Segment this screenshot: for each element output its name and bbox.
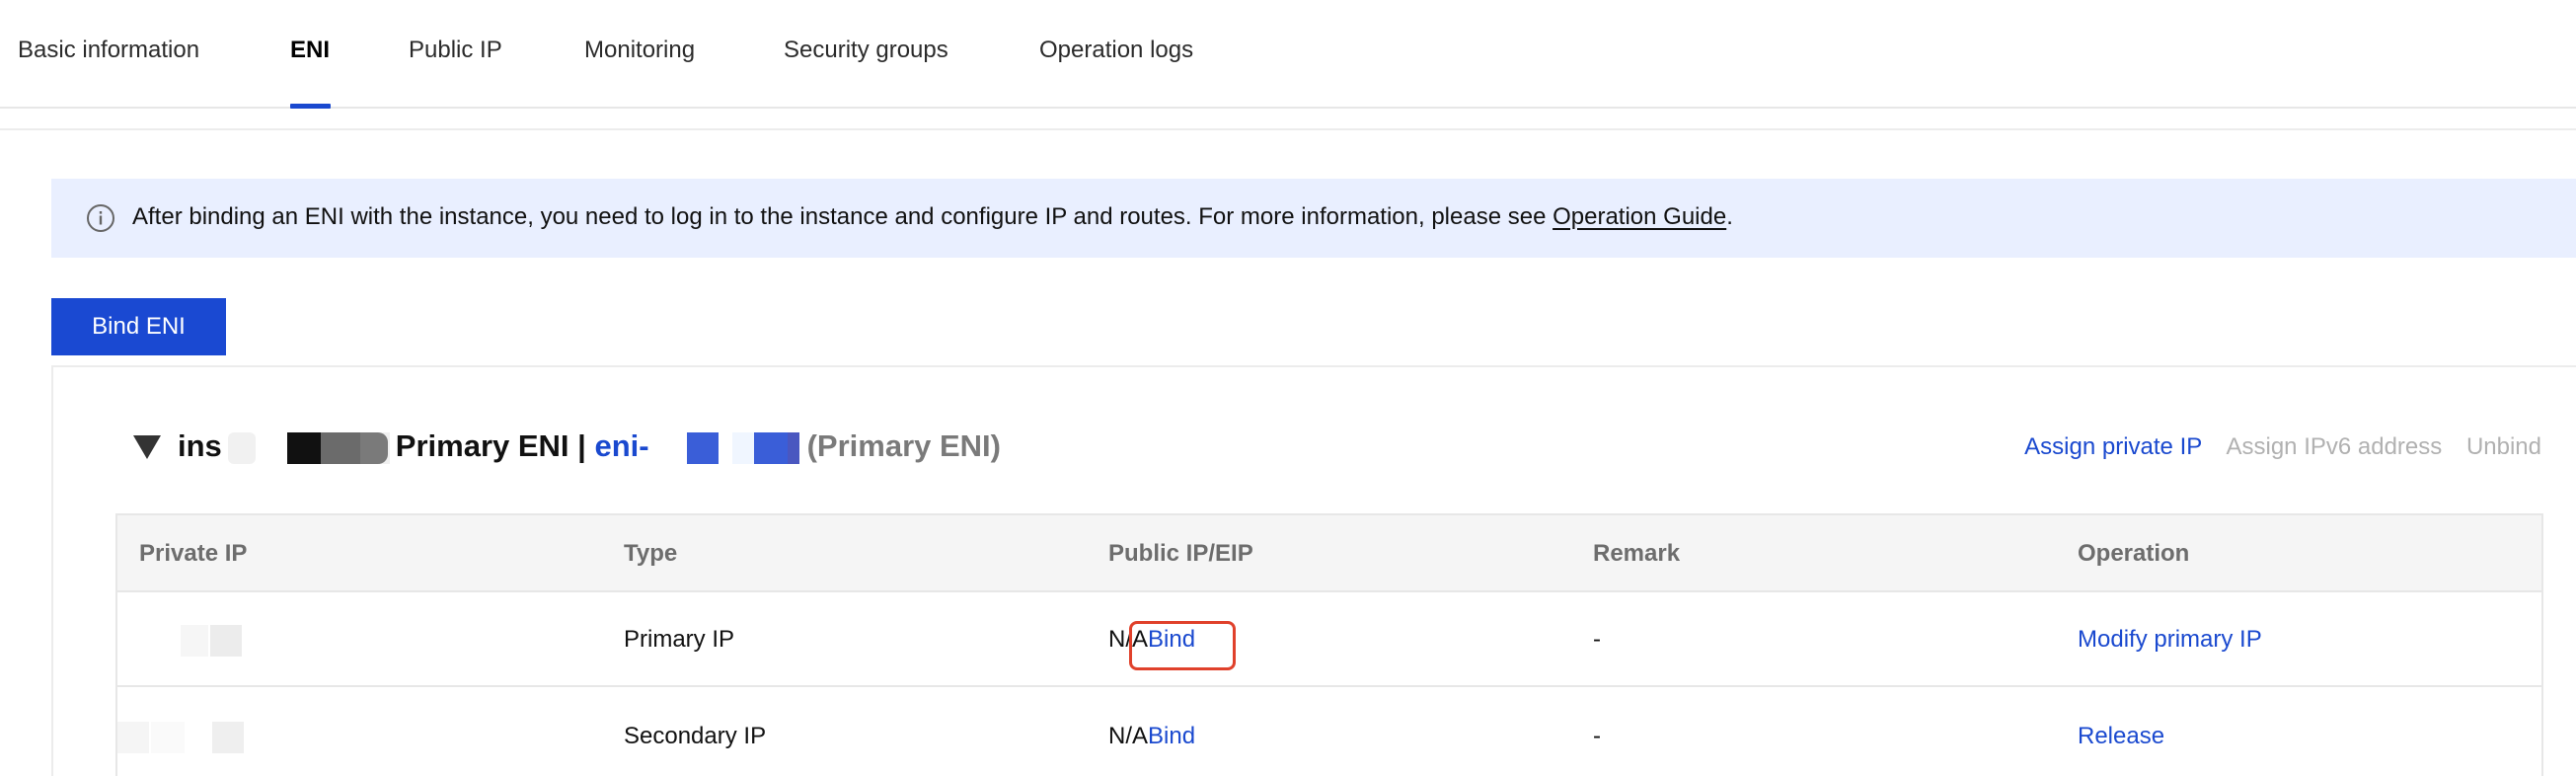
table-row: Primary IP N/ABind - Modify primary IP (117, 592, 2541, 687)
table-row: Secondary IP N/ABind - Release (117, 689, 2541, 776)
remark-value: - (1593, 626, 1601, 653)
bind-eni-button[interactable]: Bind ENI (51, 298, 226, 355)
primary-eni-label: Primary ENI | (395, 428, 586, 463)
active-tab-indicator (290, 104, 331, 109)
info-banner: After binding an ENI with the instance, … (51, 179, 2576, 258)
column-remark: Remark (1593, 540, 1681, 567)
ip-table: Private IP Type Public IP/EIP Remark Ope… (115, 513, 2543, 776)
tab-basic-information[interactable]: Basic information (18, 34, 199, 67)
public-ip-value: N/A (1108, 626, 1149, 653)
remark-value: - (1593, 723, 1601, 749)
table-header: Private IP Type Public IP/EIP Remark Ope… (117, 515, 2541, 592)
tab-eni[interactable]: ENI (290, 34, 330, 67)
tab-monitoring[interactable]: Monitoring (584, 34, 695, 67)
column-type: Type (624, 540, 678, 567)
operation-guide-link[interactable]: Operation Guide (1553, 203, 1726, 230)
unbind-link[interactable]: Unbind (2466, 433, 2541, 460)
redacted-instance-id (227, 431, 390, 464)
public-ip-cell: N/ABind (1108, 592, 1195, 687)
column-operation: Operation (2078, 540, 2190, 567)
public-ip-value: N/A (1108, 723, 1149, 749)
banner-message: After binding an ENI with the instance, … (132, 200, 1733, 234)
banner-text: After binding an ENI with the instance, … (132, 203, 1553, 230)
tab-operation-logs[interactable]: Operation logs (1039, 34, 1193, 67)
release-link[interactable]: Release (2078, 689, 2164, 776)
tab-bar: Basic information ENI Public IP Monitori… (0, 0, 2576, 109)
instance-prefix: ins (178, 428, 222, 463)
eni-header: ins Primary ENI | eni- (Primary ENI) (178, 425, 1001, 468)
assign-ipv6-address-link[interactable]: Assign IPv6 address (2226, 433, 2442, 460)
info-circle-icon (87, 204, 114, 232)
column-public-ip-eip: Public IP/EIP (1108, 540, 1253, 567)
ip-type: Secondary IP (624, 723, 767, 749)
bind-eip-link[interactable]: Bind (1148, 626, 1195, 653)
tab-public-ip[interactable]: Public IP (409, 34, 502, 67)
primary-eni-tag: (Primary ENI) (806, 428, 1001, 463)
redacted-private-ip (117, 722, 244, 753)
eni-id-link[interactable]: eni- (594, 428, 806, 464)
divider (0, 128, 2576, 130)
assign-private-ip-link[interactable]: Assign private IP (2024, 433, 2202, 460)
ip-type: Primary IP (624, 626, 735, 653)
eni-page: Basic information ENI Public IP Monitori… (0, 0, 2576, 776)
collapse-triangle-icon[interactable] (131, 433, 163, 461)
redacted-private-ip (181, 625, 242, 657)
eni-actions: Assign private IP Assign IPv6 address Un… (2007, 432, 2541, 462)
bind-eip-link[interactable]: Bind (1148, 723, 1195, 749)
redacted-eni-id (648, 431, 799, 464)
public-ip-cell: N/ABind (1108, 689, 1195, 776)
tab-security-groups[interactable]: Security groups (784, 34, 948, 67)
banner-suffix: . (1726, 203, 1733, 230)
column-private-ip: Private IP (139, 540, 248, 567)
eni-prefix: eni- (594, 428, 649, 463)
modify-primary-ip-link[interactable]: Modify primary IP (2078, 592, 2262, 687)
